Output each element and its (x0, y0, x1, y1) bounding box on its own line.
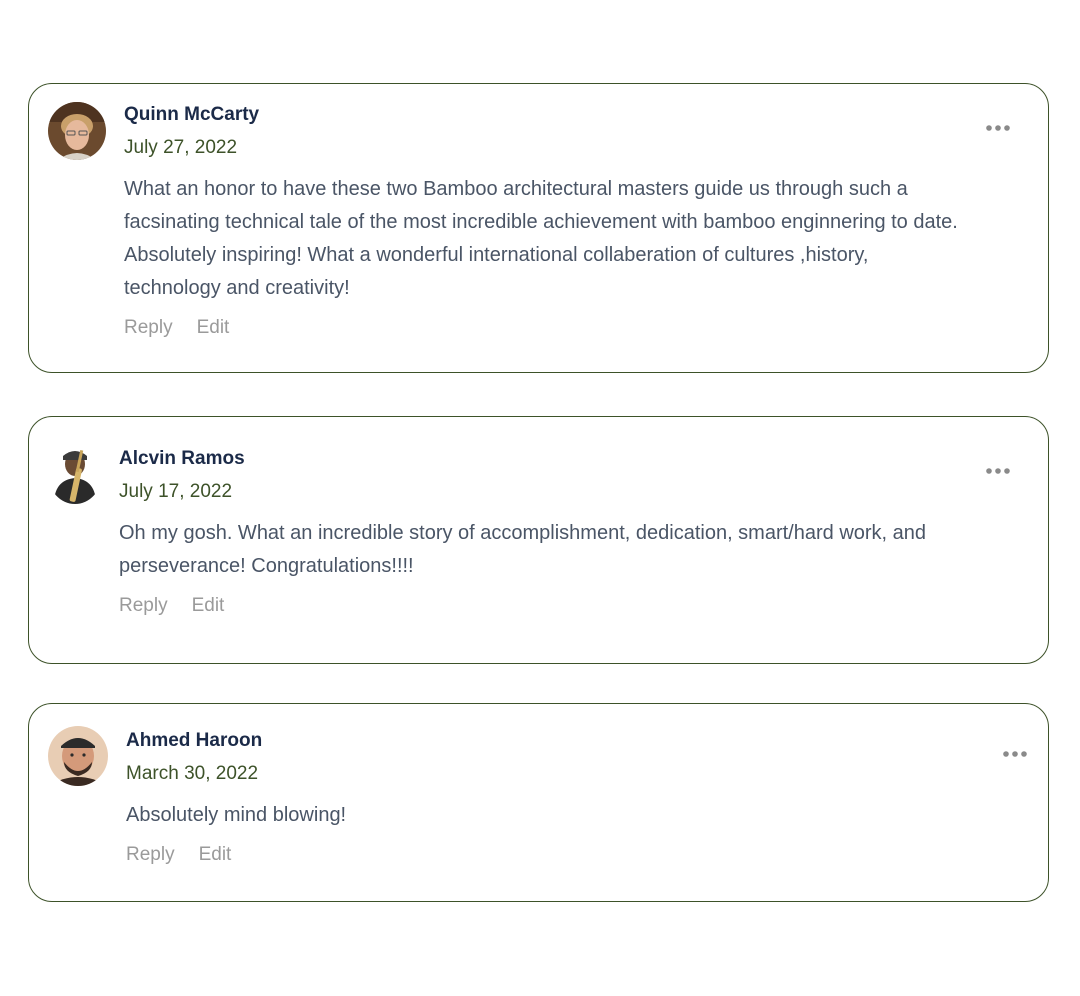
more-options-button[interactable] (1001, 747, 1029, 761)
comment-card: Ahmed Haroon March 30, 2022 Absolutely m… (28, 703, 1049, 902)
reply-button[interactable]: Reply (124, 317, 173, 338)
reply-button[interactable]: Reply (126, 844, 175, 865)
user-photo-icon (48, 102, 106, 160)
user-photo-icon (48, 444, 102, 504)
edit-button[interactable]: Edit (192, 595, 225, 616)
comment-text: Absolutely mind blowing! (126, 804, 347, 826)
avatar[interactable] (48, 102, 106, 160)
comment-author[interactable]: Ahmed Haroon (126, 729, 1020, 753)
comment-actions: Reply Edit (124, 316, 1020, 340)
comment-author[interactable]: Alcvin Ramos (119, 447, 1020, 471)
comment-text: What an honor to have these two Bamboo a… (124, 178, 958, 299)
more-options-icon (986, 125, 1010, 131)
comment-actions: Reply Edit (119, 594, 1020, 618)
more-options-icon (1003, 751, 1027, 757)
more-options-button[interactable] (984, 464, 1012, 478)
comment-body: Quinn McCarty July 27, 2022 What an hono… (124, 103, 1020, 340)
edit-button[interactable]: Edit (199, 844, 232, 865)
user-photo-icon (48, 726, 108, 786)
comment-author[interactable]: Quinn McCarty (124, 103, 1020, 127)
comment-body: Alcvin Ramos July 17, 2022 Oh my gosh. W… (119, 447, 1020, 618)
comment-date: March 30, 2022 (126, 763, 259, 784)
comment-date: July 27, 2022 (124, 137, 238, 158)
avatar[interactable] (48, 444, 102, 504)
avatar[interactable] (48, 726, 108, 786)
more-options-button[interactable] (984, 121, 1012, 135)
comment-text: Oh my gosh. What an incredible story of … (119, 522, 927, 577)
edit-button[interactable]: Edit (197, 317, 230, 338)
comment-card: Quinn McCarty July 27, 2022 What an hono… (28, 83, 1049, 373)
reply-button[interactable]: Reply (119, 595, 168, 616)
comment-card: Alcvin Ramos July 17, 2022 Oh my gosh. W… (28, 416, 1049, 664)
comment-date: July 17, 2022 (119, 481, 233, 502)
comment-actions: Reply Edit (126, 843, 1020, 867)
comment-body: Ahmed Haroon March 30, 2022 Absolutely m… (126, 729, 1020, 867)
more-options-icon (986, 468, 1010, 474)
